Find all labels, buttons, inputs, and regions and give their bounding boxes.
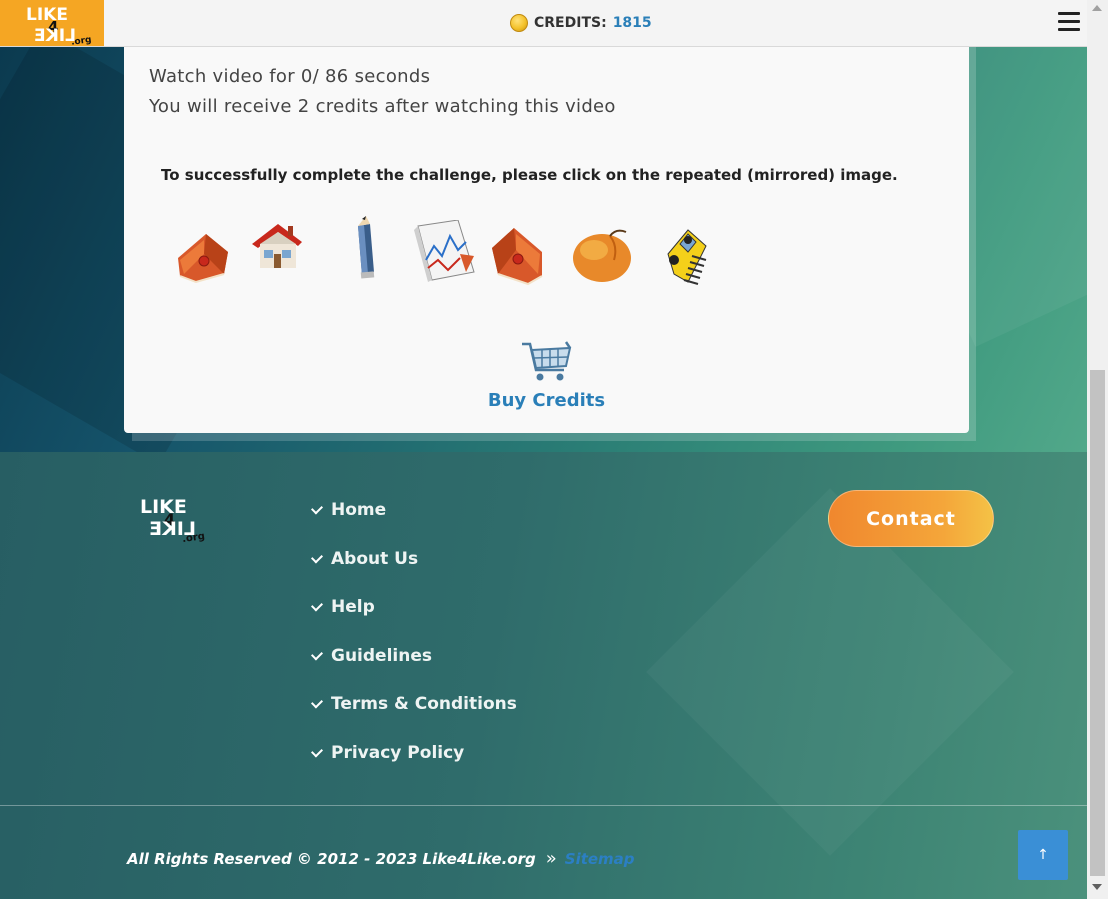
pencil-icon[interactable] <box>344 216 384 282</box>
video-watch-card: Watch video for 0/ 86 seconds You will r… <box>124 46 969 433</box>
scrollbar-thumb[interactable] <box>1090 370 1105 876</box>
svg-text:.org: .org <box>182 531 206 543</box>
chart-icon[interactable] <box>408 220 480 286</box>
footer-divider <box>0 805 1087 806</box>
scroll-to-top-button[interactable]: ↑ <box>1018 830 1068 880</box>
scroll-down-arrow-icon[interactable] <box>1092 884 1102 890</box>
check-icon <box>310 696 324 709</box>
captcha-images <box>168 216 728 296</box>
footer-link-terms[interactable]: Terms & Conditions <box>310 694 517 743</box>
footer-logo-icon[interactable]: LIKE 4 LIKE .org <box>140 495 212 543</box>
footer-link-privacy[interactable]: Privacy Policy <box>310 743 517 792</box>
site-logo[interactable]: LIKE 4 LIKE .org <box>0 0 104 46</box>
sitemap-link[interactable]: Sitemap <box>565 850 635 868</box>
house-icon[interactable] <box>248 220 306 272</box>
page-scrollbar[interactable] <box>1087 0 1108 899</box>
copyright-text: All Rights Reserved © 2012 - 2023 Like4L… <box>127 849 536 868</box>
taxi-icon[interactable] <box>658 224 716 290</box>
check-icon <box>310 599 324 612</box>
footer-link-help[interactable]: Help <box>310 597 517 646</box>
svg-text:.org: .org <box>71 35 93 45</box>
arrow-up-icon: ↑ <box>1037 847 1049 863</box>
watch-timer-text: Watch video for 0/ 86 seconds <box>149 66 431 87</box>
top-header: LIKE 4 LIKE .org CREDITS: 1815 <box>0 0 1087 47</box>
footer-link-about-us[interactable]: About Us <box>310 549 517 598</box>
shopping-cart-icon <box>521 341 571 381</box>
contact-button[interactable]: Contact <box>828 490 994 547</box>
peach-icon[interactable] <box>570 226 636 286</box>
footer-link-guidelines[interactable]: Guidelines <box>310 646 517 695</box>
credits-display: CREDITS: 1815 <box>510 13 652 33</box>
footer-nav: Home About Us Help Guidelines Terms & Co… <box>310 500 517 792</box>
buy-credits-label[interactable]: Buy Credits <box>474 390 619 411</box>
scroll-up-arrow-icon[interactable] <box>1092 5 1102 11</box>
check-icon <box>310 648 324 661</box>
svg-text:LIKE: LIKE <box>26 5 68 25</box>
check-icon <box>310 551 324 564</box>
buy-credits-button[interactable]: Buy Credits <box>474 338 619 411</box>
book-mirrored-icon[interactable] <box>488 222 550 286</box>
site-footer: LIKE 4 LIKE .org Home About Us Help Guid… <box>0 452 1087 899</box>
coin-icon <box>510 14 528 32</box>
footer-link-home[interactable]: Home <box>310 500 517 549</box>
copyright-line: All Rights Reserved © 2012 - 2023 Like4L… <box>127 848 635 869</box>
credits-label: CREDITS: <box>534 15 607 31</box>
challenge-instructions: To successfully complete the challenge, … <box>161 166 898 184</box>
double-chevron-icon: » <box>545 848 557 869</box>
svg-text:LIKE: LIKE <box>34 26 76 45</box>
book-icon[interactable] <box>174 224 232 284</box>
credits-value: 1815 <box>612 15 652 31</box>
check-icon <box>310 502 324 515</box>
check-icon <box>310 745 324 758</box>
hamburger-menu-icon[interactable] <box>1058 12 1080 32</box>
credits-reward-text: You will receive 2 credits after watchin… <box>149 96 616 117</box>
like4like-logo-icon: LIKE 4 LIKE .org <box>26 5 93 45</box>
